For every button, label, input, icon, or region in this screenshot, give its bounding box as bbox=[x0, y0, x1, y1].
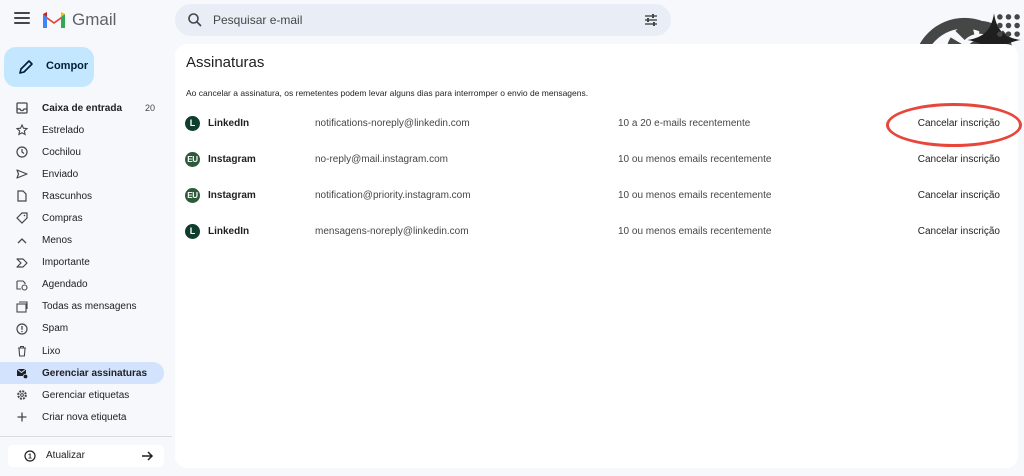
gear-icon bbox=[17, 390, 27, 401]
unsubscribe-button[interactable]: Cancelar inscrição bbox=[918, 118, 1000, 129]
gmail-logo[interactable]: Gmail bbox=[42, 10, 116, 30]
sender-email: mensagens-noreply@linkedin.com bbox=[315, 226, 469, 237]
sidebar-item-sent[interactable]: Enviado bbox=[0, 163, 164, 185]
app-name: Gmail bbox=[72, 10, 117, 29]
trash-icon bbox=[18, 345, 26, 357]
sidebar-divider bbox=[0, 436, 172, 437]
sender-email: no-reply@mail.instagram.com bbox=[315, 154, 448, 165]
pencil-icon bbox=[19, 60, 33, 74]
avatar: EU bbox=[185, 152, 200, 167]
important-icon bbox=[16, 258, 28, 268]
apps-grid-icon[interactable] bbox=[993, 10, 1024, 41]
chevron-up-icon bbox=[17, 237, 27, 244]
unsubscribe-button[interactable]: Cancelar inscrição bbox=[918, 226, 1000, 237]
inbox-count: 20 bbox=[144, 103, 155, 114]
sender-name: LinkedIn bbox=[208, 226, 250, 237]
star-icon bbox=[16, 124, 28, 136]
plus-icon bbox=[17, 412, 27, 422]
sidebar-item-all-mail[interactable]: Todas as mensagens bbox=[0, 296, 164, 318]
sidebar-item-trash[interactable]: Lixo bbox=[0, 340, 164, 362]
send-icon bbox=[16, 169, 28, 179]
top-bar: Gmail ? bbox=[0, 0, 1024, 122]
subscription-row[interactable]: L LinkedIn notifications-noreply@linkedi… bbox=[175, 109, 1018, 139]
arrow-right-icon bbox=[142, 451, 154, 461]
email-frequency: 10 a 20 e-mails recentemente bbox=[618, 118, 751, 129]
subscription-row[interactable]: EU Instagram notification@priority.insta… bbox=[175, 181, 1018, 211]
sender-name: LinkedIn bbox=[208, 118, 250, 129]
update-label: Atualizar bbox=[46, 450, 85, 461]
sidebar-item-inbox[interactable]: Caixa de entrada 20 bbox=[0, 97, 164, 119]
page-title: Assinaturas bbox=[186, 54, 265, 71]
compose-button[interactable]: Compor bbox=[4, 47, 94, 87]
sidebar-item-manage-labels[interactable]: Gerenciar etiquetas bbox=[0, 384, 164, 406]
sidebar-item-manage-subscriptions[interactable]: Gerenciar assinaturas bbox=[0, 362, 164, 385]
sidebar-item-spam[interactable]: Spam bbox=[0, 318, 164, 340]
all-mail-icon bbox=[16, 301, 28, 313]
page-subtitle: Ao cancelar a assinatura, os remetentes … bbox=[186, 88, 589, 98]
subscription-row[interactable]: L LinkedIn mensagens-noreply@linkedin.co… bbox=[175, 217, 1018, 247]
avatar: L bbox=[185, 116, 200, 131]
svg-text:1: 1 bbox=[28, 454, 32, 461]
main-menu-icon[interactable] bbox=[14, 12, 30, 26]
unsubscribe-button[interactable]: Cancelar inscrição bbox=[918, 190, 1000, 201]
sidebar-item-less[interactable]: Menos bbox=[0, 230, 164, 252]
manage-subscriptions-icon bbox=[16, 368, 28, 380]
avatar: L bbox=[185, 224, 200, 239]
avatar: EU bbox=[185, 188, 200, 203]
scheduled-icon bbox=[16, 280, 28, 291]
email-frequency: 10 ou menos emails recentemente bbox=[618, 190, 772, 201]
search-bar[interactable] bbox=[175, 4, 671, 36]
sidebar-item-drafts[interactable]: Rascunhos bbox=[0, 185, 164, 207]
sidebar-item-starred[interactable]: Estrelado bbox=[0, 119, 164, 141]
email-frequency: 10 ou menos emails recentemente bbox=[618, 154, 772, 165]
spam-icon bbox=[16, 323, 28, 335]
update-info-icon: 1 bbox=[24, 450, 36, 462]
sidebar-item-important[interactable]: Importante bbox=[0, 252, 164, 274]
sender-email: notifications-noreply@linkedin.com bbox=[315, 118, 470, 129]
compose-label: Compor bbox=[46, 60, 89, 72]
subscriptions-panel: Assinaturas Ao cancelar a assinatura, os… bbox=[175, 44, 1022, 468]
clock-icon bbox=[16, 146, 28, 158]
inbox-icon bbox=[16, 102, 28, 114]
sender-email: notification@priority.instagram.com bbox=[315, 190, 471, 201]
unsubscribe-button[interactable]: Cancelar inscrição bbox=[918, 154, 1000, 165]
search-icon[interactable] bbox=[187, 12, 203, 28]
sender-name: Instagram bbox=[208, 190, 256, 201]
tag-icon bbox=[16, 212, 28, 225]
sidebar-item-snoozed[interactable]: Cochilou bbox=[0, 141, 164, 163]
update-button[interactable]: 1 Atualizar bbox=[8, 445, 164, 467]
sender-name: Instagram bbox=[208, 154, 256, 165]
sidebar-item-scheduled[interactable]: Agendado bbox=[0, 274, 164, 296]
draft-icon bbox=[17, 190, 27, 202]
email-frequency: 10 ou menos emails recentemente bbox=[618, 226, 772, 237]
gmail-m-icon bbox=[43, 12, 65, 28]
search-options-icon[interactable] bbox=[643, 12, 659, 28]
sidebar-nav: Caixa de entrada 20 Estrelado Cochilou E… bbox=[0, 97, 170, 428]
subscription-row[interactable]: EU Instagram no-reply@mail.instagram.com… bbox=[175, 145, 1018, 175]
sidebar-item-purchases[interactable]: Compras bbox=[0, 207, 164, 229]
search-input[interactable] bbox=[213, 10, 633, 30]
sidebar-item-create-label[interactable]: Criar nova etiqueta bbox=[0, 406, 164, 428]
